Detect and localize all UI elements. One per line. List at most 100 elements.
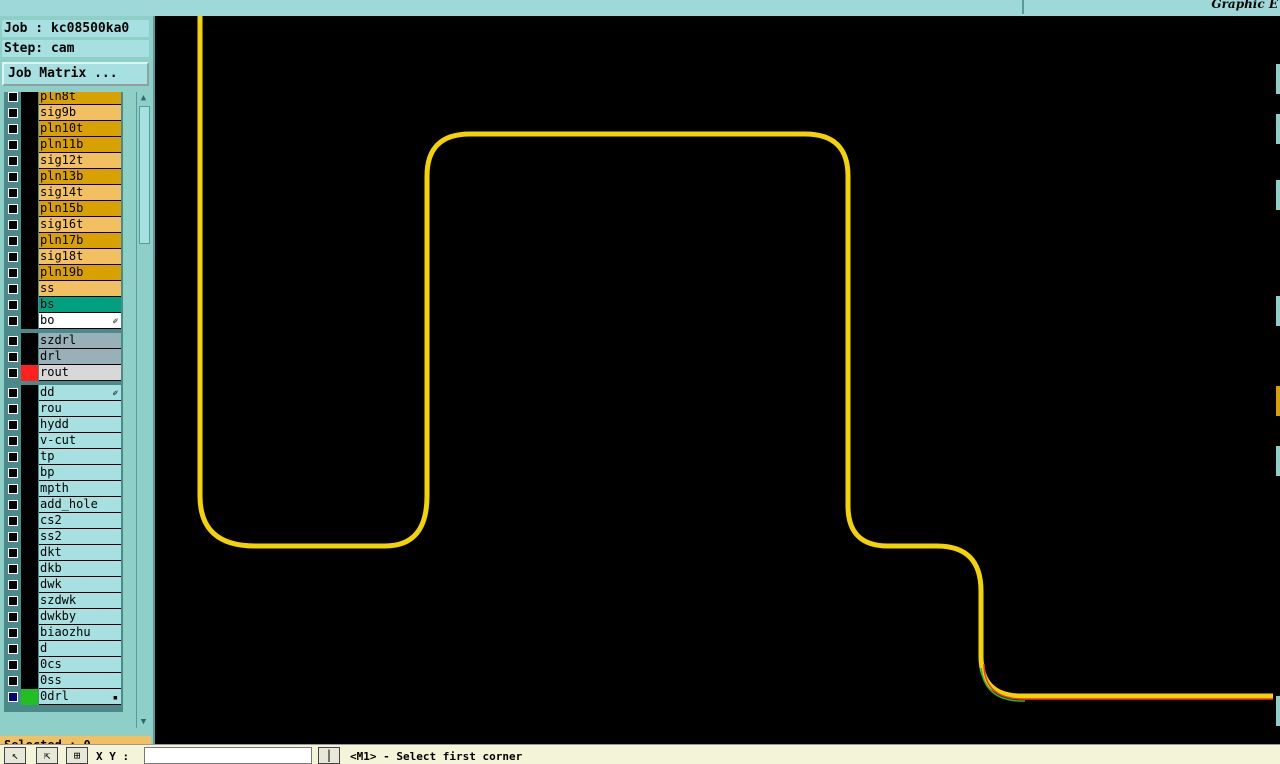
select-arrow-icon[interactable]: ↖ (4, 747, 26, 764)
layer-color-swatch[interactable] (21, 657, 38, 673)
layer-name[interactable]: sig9b (39, 105, 121, 121)
layer-name[interactable]: 0drl ▪ (39, 689, 121, 705)
layer-color-swatch[interactable] (21, 365, 38, 381)
layer-color-swatch[interactable] (21, 481, 38, 497)
layer-name[interactable]: dwkby (39, 609, 121, 625)
layer-row[interactable]: d (4, 641, 123, 657)
layer-name[interactable]: bp (39, 465, 121, 481)
layer-name[interactable]: rou (39, 401, 121, 417)
layer-color-swatch[interactable] (21, 401, 38, 417)
graphic-canvas[interactable] (155, 16, 1273, 744)
layer-row[interactable]: dkb (4, 561, 123, 577)
layer-name[interactable]: dkt (39, 545, 121, 561)
layer-scrollbar[interactable]: ▲ ▼ (136, 92, 150, 728)
layer-color-swatch[interactable] (21, 349, 38, 365)
layer-row[interactable]: mpth (4, 481, 123, 497)
layer-checkbox[interactable] (8, 188, 18, 198)
layer-checkbox[interactable] (8, 108, 18, 118)
layer-name[interactable]: pln13b (39, 169, 121, 185)
layer-row[interactable]: bp (4, 465, 123, 481)
layer-name[interactable]: pln17b (39, 233, 121, 249)
layer-color-swatch[interactable] (21, 433, 38, 449)
layer-checkbox[interactable] (8, 676, 18, 686)
layer-row[interactable]: bo ✐ (4, 313, 123, 329)
layer-color-swatch[interactable] (21, 641, 38, 657)
layer-name[interactable]: pln8t (39, 92, 121, 105)
pointer-icon[interactable]: ⇱ (36, 747, 58, 764)
pipe-button[interactable]: | (318, 747, 340, 764)
layer-name[interactable]: 0ss (39, 673, 121, 689)
layer-checkbox[interactable] (8, 268, 18, 278)
layer-name[interactable]: dd ✐ (39, 385, 121, 401)
layer-color-swatch[interactable] (21, 417, 38, 433)
layer-row[interactable]: sig16t (4, 217, 123, 233)
layer-checkbox[interactable] (8, 404, 18, 414)
layer-name[interactable]: add_hole (39, 497, 121, 513)
layer-row[interactable]: pln13b (4, 169, 123, 185)
layer-checkbox[interactable] (8, 368, 18, 378)
layer-color-swatch[interactable] (21, 233, 38, 249)
layer-row[interactable]: ss2 (4, 529, 123, 545)
scroll-thumb[interactable] (139, 106, 150, 244)
layer-color-swatch[interactable] (21, 449, 38, 465)
layer-row[interactable]: pln11b (4, 137, 123, 153)
layer-color-swatch[interactable] (21, 689, 38, 705)
layer-color-swatch[interactable] (21, 169, 38, 185)
layer-name[interactable]: szdwk (39, 593, 121, 609)
layer-checkbox[interactable] (8, 612, 18, 622)
layer-checkbox[interactable] (8, 564, 18, 574)
layer-checkbox[interactable] (8, 500, 18, 510)
layer-row[interactable]: ss (4, 281, 123, 297)
layer-name[interactable]: 0cs (39, 657, 121, 673)
layer-row[interactable]: drl (4, 349, 123, 365)
layer-row[interactable]: rout (4, 365, 123, 381)
layer-checkbox[interactable] (8, 140, 18, 150)
layer-name[interactable]: drl (39, 349, 121, 365)
layer-color-swatch[interactable] (21, 673, 38, 689)
layer-checkbox[interactable] (8, 220, 18, 230)
layer-checkbox[interactable] (8, 644, 18, 654)
layer-color-swatch[interactable] (21, 249, 38, 265)
layer-color-swatch[interactable] (21, 545, 38, 561)
layer-row[interactable]: pln17b (4, 233, 123, 249)
layer-name[interactable]: szdrl (39, 333, 121, 349)
layer-checkbox[interactable] (8, 420, 18, 430)
layer-color-swatch[interactable] (21, 465, 38, 481)
layer-row[interactable]: pln10t (4, 121, 123, 137)
layer-checkbox[interactable] (8, 204, 18, 214)
grid-icon[interactable]: ⊞ (66, 747, 88, 764)
layer-row[interactable]: 0cs (4, 657, 123, 673)
layer-checkbox[interactable] (8, 468, 18, 478)
layer-color-swatch[interactable] (21, 217, 38, 233)
layer-row[interactable]: szdrl (4, 333, 123, 349)
layer-color-swatch[interactable] (21, 593, 38, 609)
layer-checkbox[interactable] (8, 580, 18, 590)
layer-checkbox[interactable] (8, 484, 18, 494)
layer-checkbox[interactable] (8, 596, 18, 606)
layer-row[interactable]: sig12t (4, 153, 123, 169)
layer-row[interactable]: add_hole (4, 497, 123, 513)
layer-checkbox[interactable] (8, 252, 18, 262)
layer-row[interactable]: biaozhu (4, 625, 123, 641)
layer-name[interactable]: rout (39, 365, 121, 381)
layer-color-swatch[interactable] (21, 529, 38, 545)
layer-row[interactable]: pln19b (4, 265, 123, 281)
layer-checkbox[interactable] (8, 692, 18, 702)
layer-name[interactable]: ss (39, 281, 121, 297)
layer-row[interactable]: dwkby (4, 609, 123, 625)
layer-checkbox[interactable] (8, 124, 18, 134)
layer-color-swatch[interactable] (21, 577, 38, 593)
layer-name[interactable]: ss2 (39, 529, 121, 545)
layer-checkbox[interactable] (8, 660, 18, 670)
layer-name[interactable]: hydd (39, 417, 121, 433)
scroll-up-icon[interactable]: ▲ (138, 92, 149, 104)
layer-color-swatch[interactable] (21, 105, 38, 121)
layer-row[interactable]: 0ss (4, 673, 123, 689)
layer-color-swatch[interactable] (21, 265, 38, 281)
layer-color-swatch[interactable] (21, 121, 38, 137)
layer-name[interactable]: bo ✐ (39, 313, 121, 329)
layer-color-swatch[interactable] (21, 333, 38, 349)
layer-checkbox[interactable] (8, 92, 18, 102)
layer-checkbox[interactable] (8, 532, 18, 542)
layer-color-swatch[interactable] (21, 281, 38, 297)
